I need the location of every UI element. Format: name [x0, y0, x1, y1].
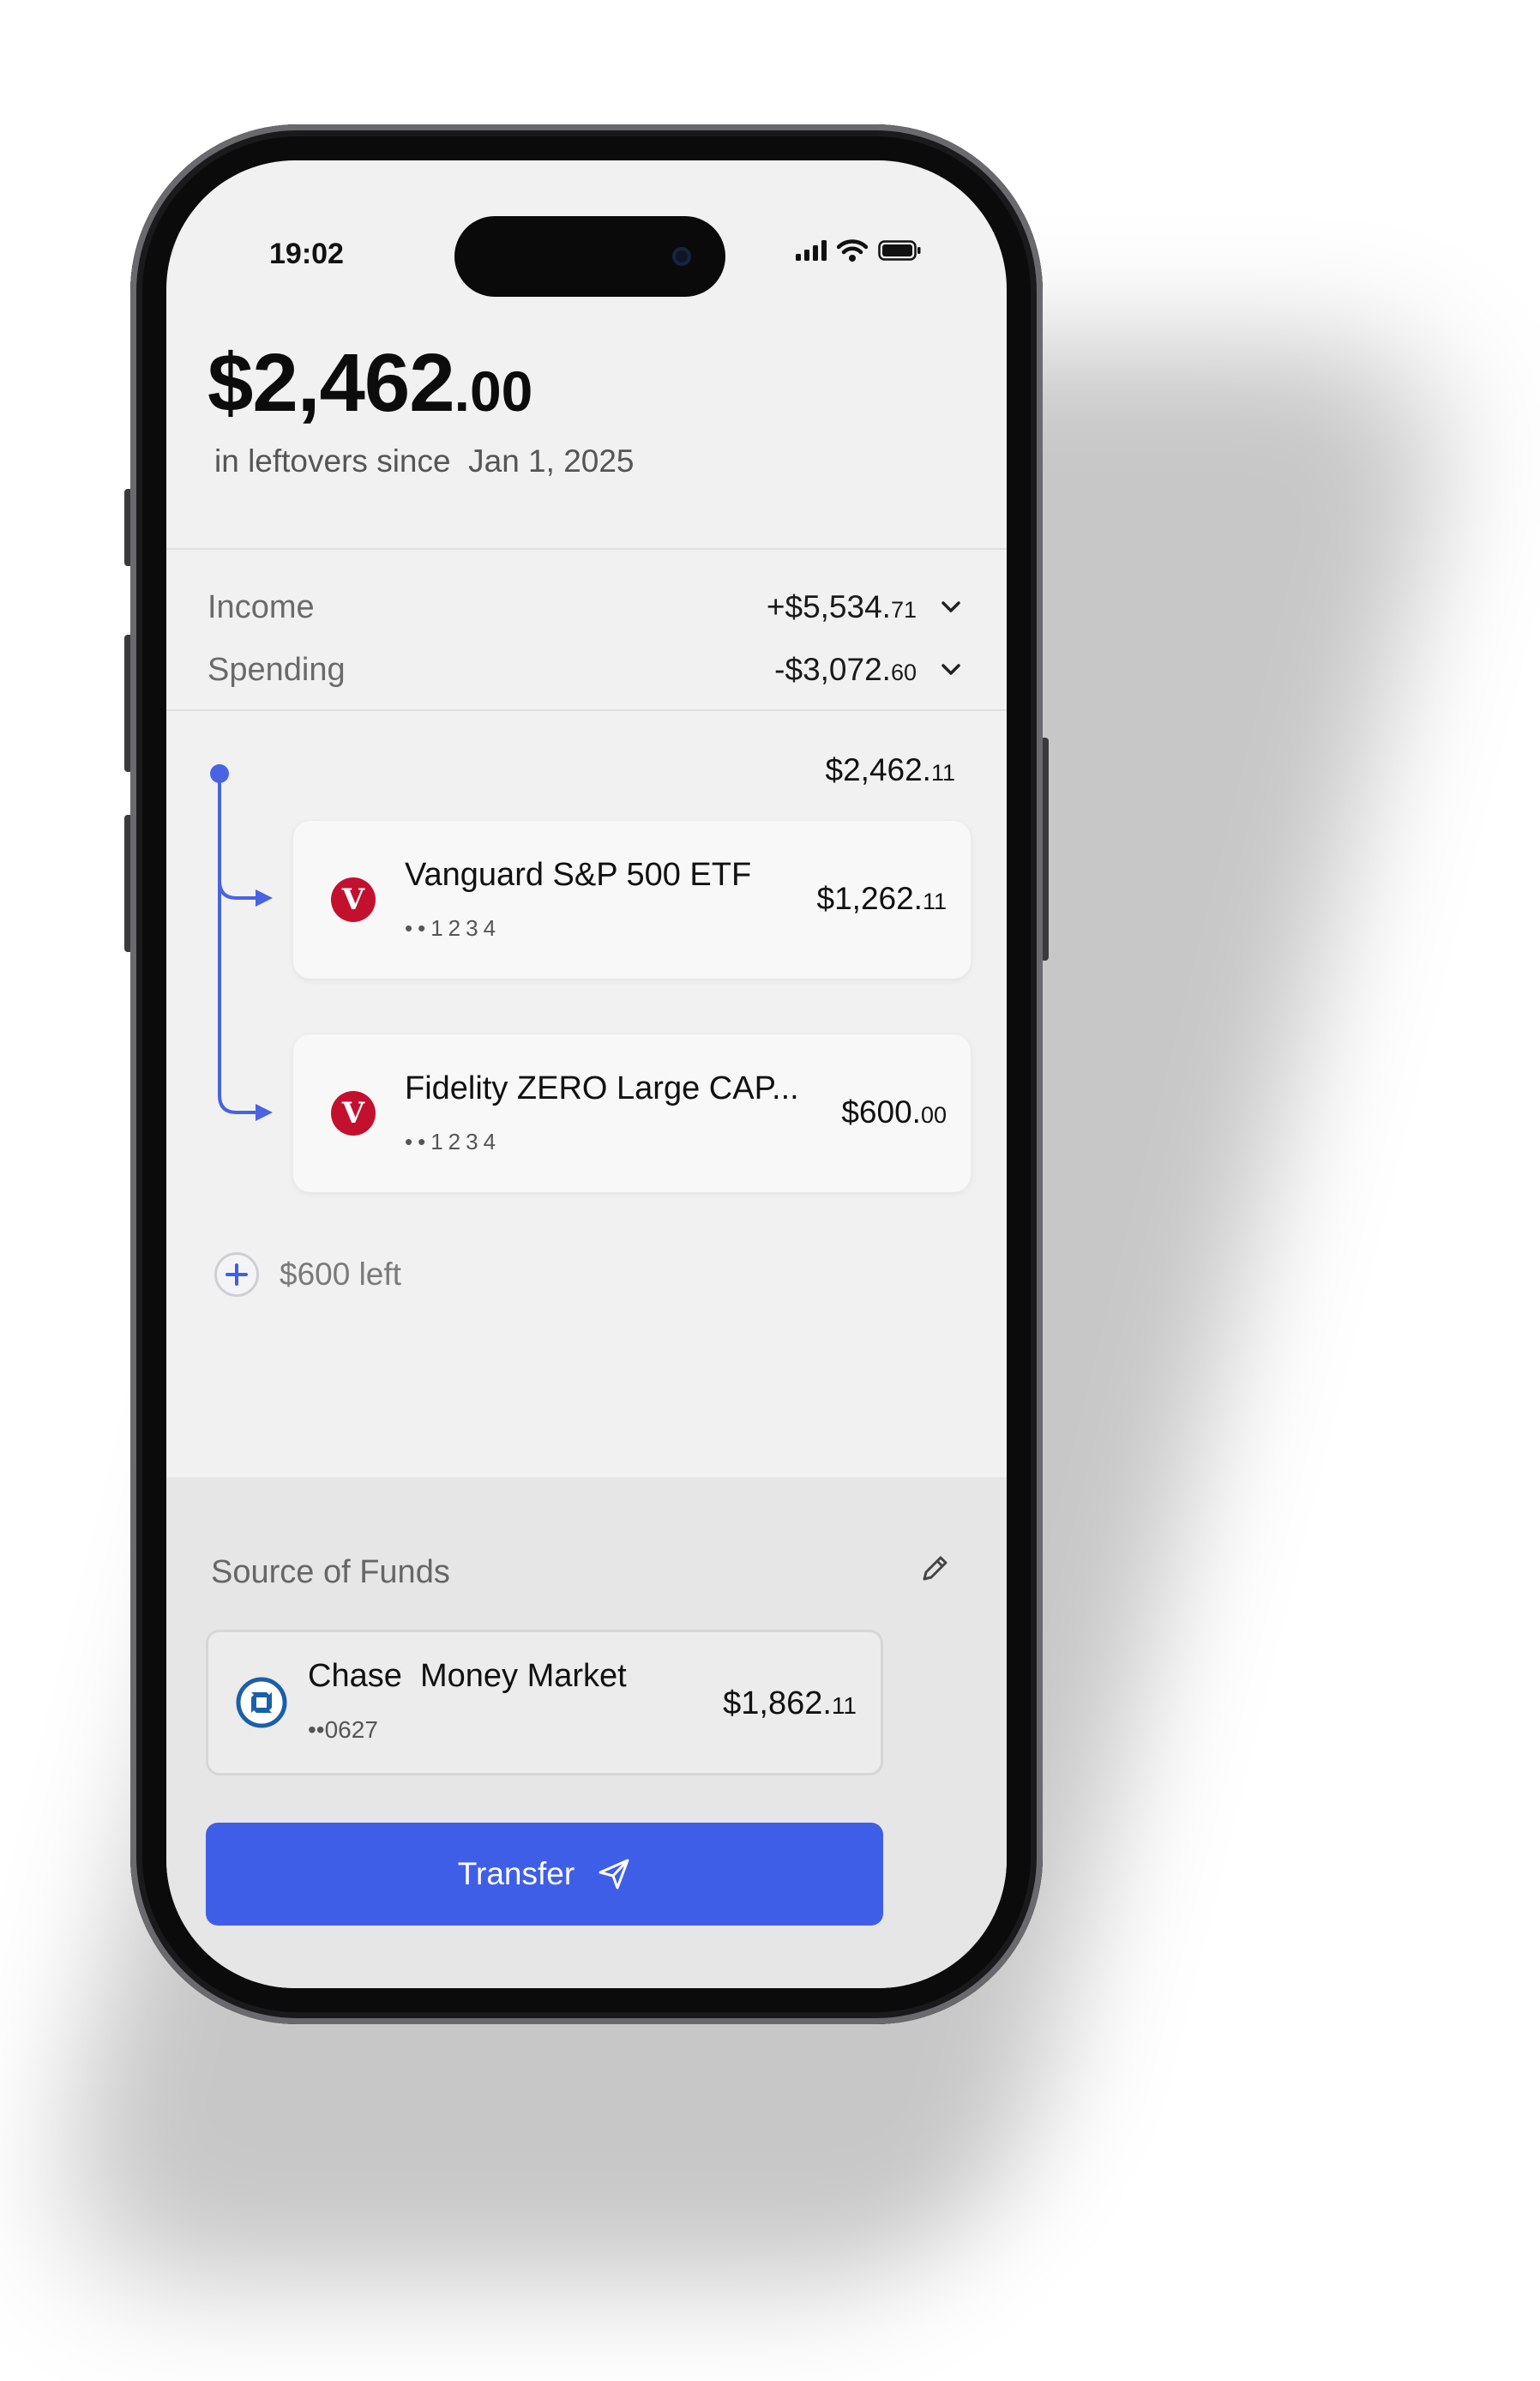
allocation-card-account-mask: ••1234: [405, 915, 502, 941]
tree-arrowhead-1: [256, 889, 273, 907]
stage: 19:02 $2,462.00 in leftovers since Jan 1…: [0, 0, 1540, 2381]
source-account-name: Chase Money Market: [308, 1658, 627, 1694]
source-account-mask: ••0627: [308, 1716, 378, 1743]
allocation-card-vanguard[interactable]: V Vanguard S&P 500 ETF ••1234 $1,262.11: [293, 821, 971, 979]
source-account-balance-cents: 11: [831, 1692, 857, 1719]
app-screen: 19:02 $2,462.00 in leftovers since Jan 1…: [166, 160, 1007, 1988]
allocation-card-title: Fidelity ZERO Large CAP...: [405, 1070, 799, 1106]
allocation-total: $2,462.11: [826, 752, 955, 788]
source-account-card[interactable]: Chase Money Market ••0627 $1,862.11: [206, 1630, 883, 1775]
source-of-funds-title: Source of Funds: [211, 1554, 450, 1590]
tree-trunk: [218, 774, 261, 1114]
transfer-button-label: Transfer: [457, 1856, 575, 1891]
allocation-card-title: Vanguard S&P 500 ETF: [405, 857, 752, 893]
vanguard-logo-icon: V: [331, 877, 376, 922]
allocation-card-amount-cents: 00: [920, 1102, 947, 1128]
allocation-card-account-mask: ••1234: [405, 1129, 502, 1154]
tree-branch-1: [218, 864, 261, 900]
send-icon: [599, 1859, 629, 1890]
source-account-balance: $1,862.11: [723, 1685, 857, 1722]
allocation-card-amount-main: $1,262.: [816, 881, 923, 916]
chase-logo-icon: [236, 1677, 287, 1728]
pencil-icon[interactable]: [916, 1550, 953, 1588]
vanguard-logo-icon: V: [331, 1091, 376, 1136]
add-allocation-row[interactable]: $600 left: [214, 1252, 401, 1297]
allocation-total-main: $2,462.: [825, 752, 931, 787]
allocation-total-cents: 11: [930, 760, 955, 786]
phone-frame: 19:02 $2,462.00 in leftovers since Jan 1…: [130, 124, 1043, 2024]
plus-icon: [226, 1263, 248, 1286]
allocation-card-amount: $1,262.11: [817, 881, 947, 917]
allocation-card-amount-main: $600.: [841, 1094, 921, 1130]
transfer-button[interactable]: Transfer: [206, 1823, 883, 1926]
allocation-card-fidelity[interactable]: V Fidelity ZERO Large CAP... ••1234 $600…: [293, 1034, 971, 1192]
remaining-amount-label: $600 left: [280, 1257, 401, 1292]
source-account-balance-main: $1,862.: [723, 1685, 832, 1721]
tree-arrowhead-2: [256, 1104, 273, 1121]
allocation-card-amount-cents: 11: [922, 889, 947, 914]
allocation-card-amount: $600.00: [841, 1094, 947, 1130]
add-allocation-button[interactable]: [214, 1252, 259, 1297]
